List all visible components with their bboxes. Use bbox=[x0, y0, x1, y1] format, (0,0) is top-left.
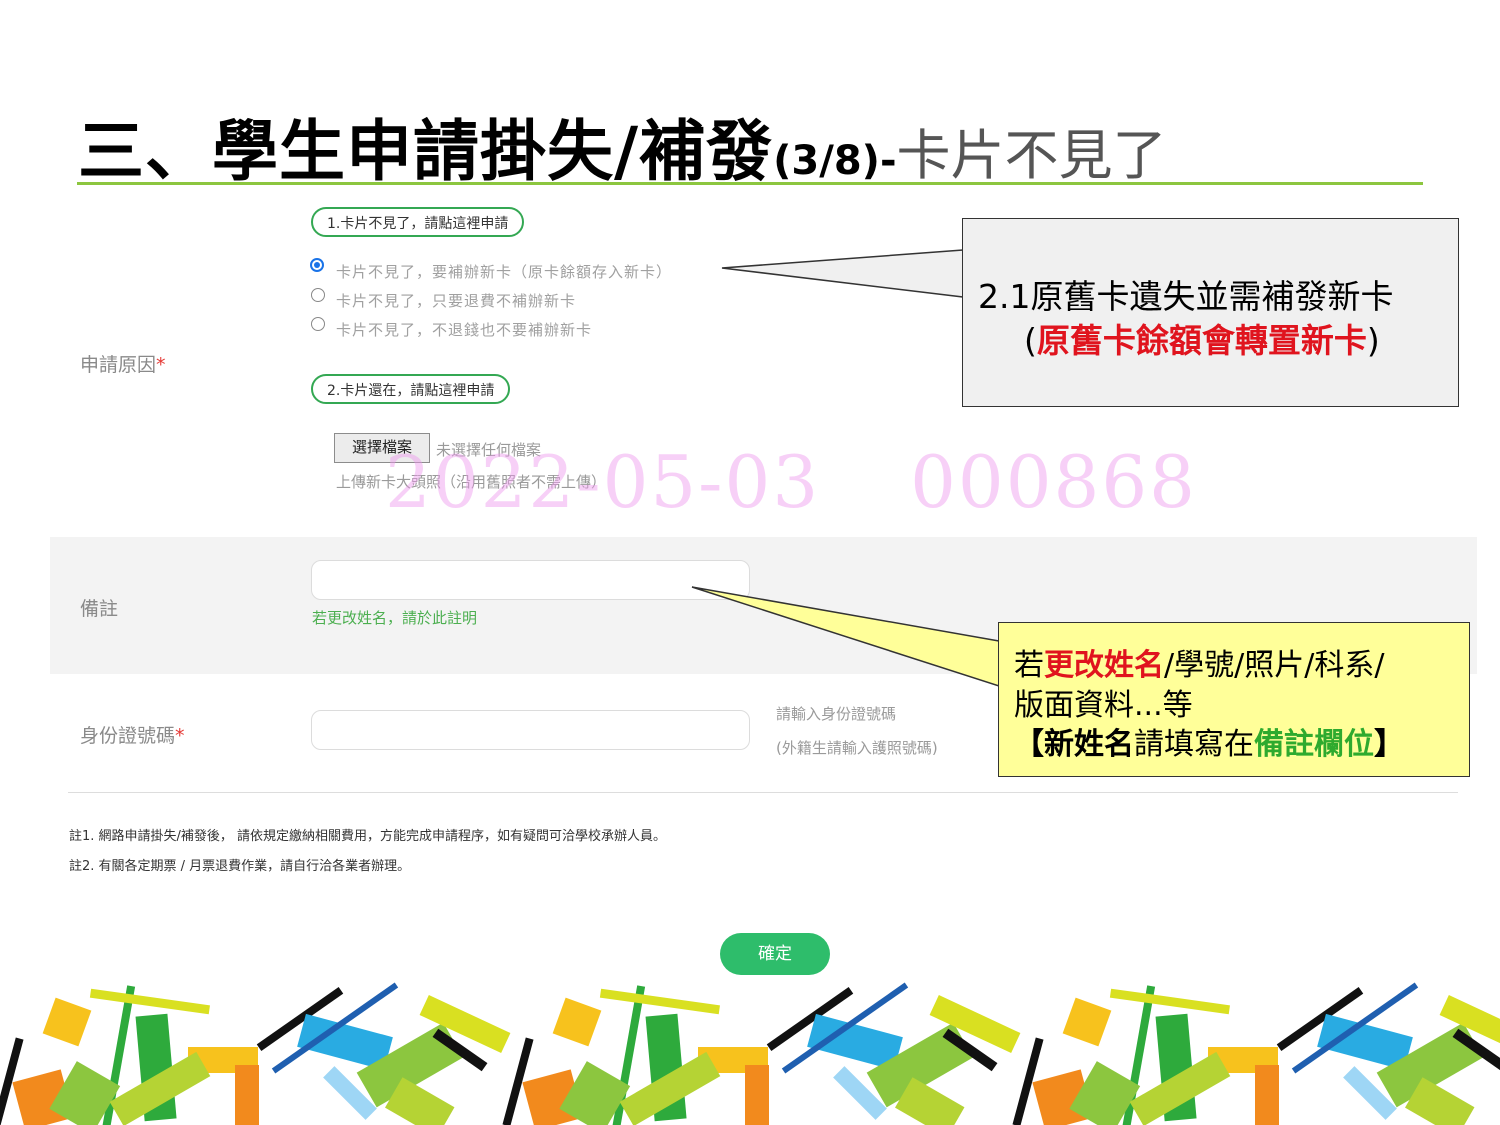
callout2-bracket-open: 【 bbox=[1014, 727, 1044, 762]
callout2-remarks-field: 備註欄位 bbox=[1254, 727, 1374, 762]
callout2-l1-highlight: 更改姓名 bbox=[1044, 648, 1164, 683]
decorative-tile-3 bbox=[1012, 982, 1500, 1125]
callout2-l1-post: /學號/照片/科系/ bbox=[1164, 648, 1385, 683]
callout1-line1: 2.1原舊卡遺失並需補發新卡 bbox=[978, 277, 1394, 316]
callout2-bracket-close: 】 bbox=[1374, 727, 1404, 762]
callout1-paren-close: ) bbox=[1366, 321, 1380, 360]
callout2-l1-pre: 若 bbox=[1014, 648, 1044, 683]
callout2-new-name: 新姓名 bbox=[1044, 727, 1134, 762]
callout1-line2: (原舊卡餘額會轉置新卡) bbox=[1024, 314, 1380, 362]
callout2-line1: 若更改姓名/學號/照片/科系/ bbox=[1014, 640, 1384, 684]
decorative-tile-2 bbox=[502, 982, 1021, 1125]
callout-pointers bbox=[691, 249, 1000, 688]
callout2-line2: 版面資料...等 bbox=[1014, 688, 1193, 723]
callout1-pointer bbox=[721, 249, 964, 298]
decorative-tile bbox=[0, 982, 511, 1125]
callout1-highlight: 原舊卡餘額會轉置新卡 bbox=[1036, 321, 1367, 360]
callout1-paren-open: ( bbox=[1024, 321, 1037, 360]
callout2-l3-mid: 請填寫在 bbox=[1134, 727, 1254, 762]
callout2-line3: 【新姓名請填寫在備註欄位】 bbox=[1014, 719, 1404, 763]
decorative-footer bbox=[0, 982, 1500, 1125]
callout2-pointer bbox=[691, 586, 1000, 688]
